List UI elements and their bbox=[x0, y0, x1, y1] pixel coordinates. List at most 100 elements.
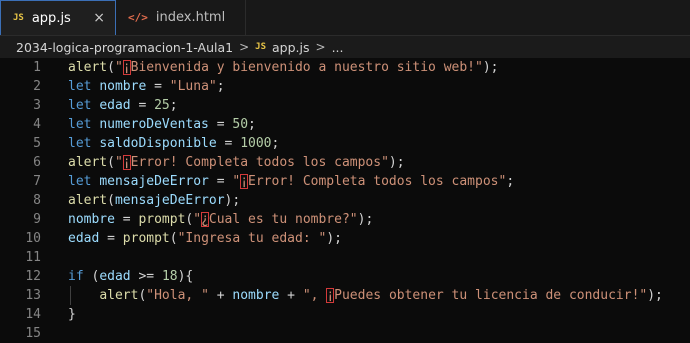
code-token: ( bbox=[169, 231, 178, 246]
code-token: + bbox=[208, 288, 233, 303]
code-line[interactable]: 8 alert(mensajeDeError); bbox=[0, 191, 690, 210]
code-token: = bbox=[114, 212, 139, 227]
chevron-right-icon: > bbox=[239, 40, 250, 54]
code-token: mensajeDeError bbox=[99, 174, 209, 189]
line-number: 11 bbox=[25, 250, 41, 265]
code-line[interactable]: 13 alert("Hola, " + nombre + ", ¡Puedes … bbox=[0, 286, 690, 305]
tab-app-js[interactable]: JS app.js × bbox=[0, 0, 116, 35]
code-text: } bbox=[68, 305, 76, 324]
code-token: alert bbox=[68, 193, 108, 208]
code-token: ; bbox=[216, 79, 225, 94]
code-text: let numeroDeVentas = 50; bbox=[68, 115, 256, 134]
code-line[interactable]: 4 let numeroDeVentas = 50; bbox=[0, 115, 690, 134]
javascript-file-icon: JS bbox=[13, 13, 24, 23]
code-text: let nombre = "Luna"; bbox=[68, 77, 225, 96]
line-number: 3 bbox=[33, 98, 41, 113]
code-text: alert("¡Error! Completa todos los campos… bbox=[68, 153, 405, 172]
code-token: ( bbox=[107, 193, 115, 208]
highlighted-character: ¡ bbox=[122, 60, 131, 75]
code-token: let bbox=[68, 136, 100, 151]
line-number: 8 bbox=[33, 193, 41, 208]
code-text: alert(mensajeDeError); bbox=[68, 191, 240, 210]
line-number: 6 bbox=[33, 155, 41, 170]
code-line[interactable]: 14} bbox=[0, 305, 690, 324]
javascript-file-icon: JS bbox=[255, 42, 266, 52]
code-text: alert("¡Bienvenida y bienvenido a nuestr… bbox=[68, 58, 498, 77]
code-token: " bbox=[193, 212, 202, 227]
line-number: 12 bbox=[25, 269, 41, 284]
code-token: "Luna" bbox=[169, 79, 217, 94]
code-token: edad bbox=[68, 231, 100, 246]
code-line[interactable]: 15 bbox=[0, 324, 690, 343]
code-text: edad = prompt("Ingresa tu edad: "); bbox=[68, 229, 342, 248]
code-token: numeroDeVentas bbox=[99, 117, 209, 132]
breadcrumb: 2034-logica-programacion-1-Aula1 > JS ap… bbox=[0, 36, 690, 58]
highlighted-character: ¡ bbox=[326, 288, 335, 303]
code-line[interactable]: 12 if (edad >= 18){ bbox=[0, 267, 690, 286]
code-token: = bbox=[99, 231, 123, 246]
close-icon[interactable]: × bbox=[93, 10, 105, 26]
code-token: ); bbox=[482, 60, 499, 75]
line-number: 1 bbox=[33, 60, 41, 75]
line-number: 5 bbox=[33, 136, 41, 151]
code-line[interactable]: 3 let edad = 25; bbox=[0, 96, 690, 115]
code-text: nombre = prompt("¿Cual es tu nombre?"); bbox=[68, 210, 373, 229]
code-token: Error! Completa todos los campos" bbox=[130, 155, 389, 170]
code-token: nombre bbox=[68, 212, 115, 227]
chevron-right-icon: > bbox=[315, 40, 326, 54]
line-number: 15 bbox=[25, 326, 41, 341]
code-token: Puedes obtener tu licencia de conducir!" bbox=[334, 288, 648, 303]
html-file-icon: </> bbox=[128, 11, 148, 24]
code-token: saldoDisponible bbox=[99, 136, 217, 151]
tab-label: index.html bbox=[155, 10, 226, 25]
code-token: ; bbox=[506, 174, 515, 189]
code-line[interactable]: 7 let mensajeDeError = "¡Error! Completa … bbox=[0, 172, 690, 191]
code-line[interactable]: 10 edad = prompt("Ingresa tu edad: "); bbox=[0, 229, 690, 248]
code-token: "Ingresa tu edad: " bbox=[177, 231, 327, 246]
line-number: 10 bbox=[25, 231, 41, 246]
code-line[interactable]: 2 let nombre = "Luna"; bbox=[0, 77, 690, 96]
highlighted-character: ¡ bbox=[240, 174, 249, 189]
line-number: 7 bbox=[33, 174, 41, 189]
code-text: let saldoDisponible = 1000; bbox=[68, 134, 279, 153]
breadcrumb-symbols[interactable]: ... bbox=[332, 40, 344, 55]
code-token: let bbox=[68, 117, 100, 132]
code-line[interactable]: 9 nombre = prompt("¿Cual es tu nombre?"); bbox=[0, 210, 690, 229]
code-token: let bbox=[68, 174, 100, 189]
code-editor[interactable]: 1 alert("¡Bienvenida y bienvenido a nuest… bbox=[0, 58, 690, 341]
code-token: ; bbox=[271, 136, 280, 151]
code-token: = bbox=[146, 79, 170, 94]
code-token: ", bbox=[302, 288, 327, 303]
highlighted-character: ¿ bbox=[201, 212, 209, 227]
code-token: >= bbox=[130, 269, 162, 284]
code-token: mensajeDeError bbox=[114, 193, 225, 208]
code-text: let edad = 25; bbox=[68, 96, 178, 115]
code-text: if (edad >= 18){ bbox=[68, 267, 193, 286]
code-token: let bbox=[68, 79, 100, 94]
breadcrumb-folder[interactable]: 2034-logica-programacion-1-Aula1 bbox=[16, 40, 233, 55]
code-token: prompt bbox=[122, 231, 170, 246]
code-token: edad bbox=[99, 269, 131, 284]
breadcrumb-file[interactable]: app.js bbox=[272, 40, 310, 55]
code-token: = bbox=[130, 98, 155, 113]
code-token: ; bbox=[169, 98, 178, 113]
code-token: ); bbox=[326, 231, 342, 246]
code-token: ); bbox=[357, 212, 374, 227]
line-number: 2 bbox=[33, 79, 41, 94]
code-token: 50 bbox=[232, 117, 249, 132]
code-line[interactable]: 5 let saldoDisponible = 1000; bbox=[0, 134, 690, 153]
code-token: 1000 bbox=[240, 136, 272, 151]
code-text: alert("Hola, " + nombre + ", ¡Puedes obt… bbox=[68, 286, 663, 305]
code-line[interactable]: 11 bbox=[0, 248, 690, 267]
code-line[interactable]: 1 alert("¡Bienvenida y bienvenido a nuest… bbox=[0, 58, 690, 77]
code-line[interactable]: 6 alert("¡Error! Completa todos los campo… bbox=[0, 153, 690, 172]
code-token: = bbox=[216, 136, 241, 151]
tab-index-html[interactable]: </> index.html bbox=[116, 0, 246, 35]
code-token: + bbox=[279, 288, 303, 303]
line-number: 9 bbox=[33, 212, 41, 227]
tab-label: app.js bbox=[31, 10, 71, 26]
code-token: ){ bbox=[177, 269, 194, 284]
code-token: ( bbox=[107, 155, 115, 170]
editor-tab-bar: JS app.js × </> index.html bbox=[0, 0, 690, 36]
